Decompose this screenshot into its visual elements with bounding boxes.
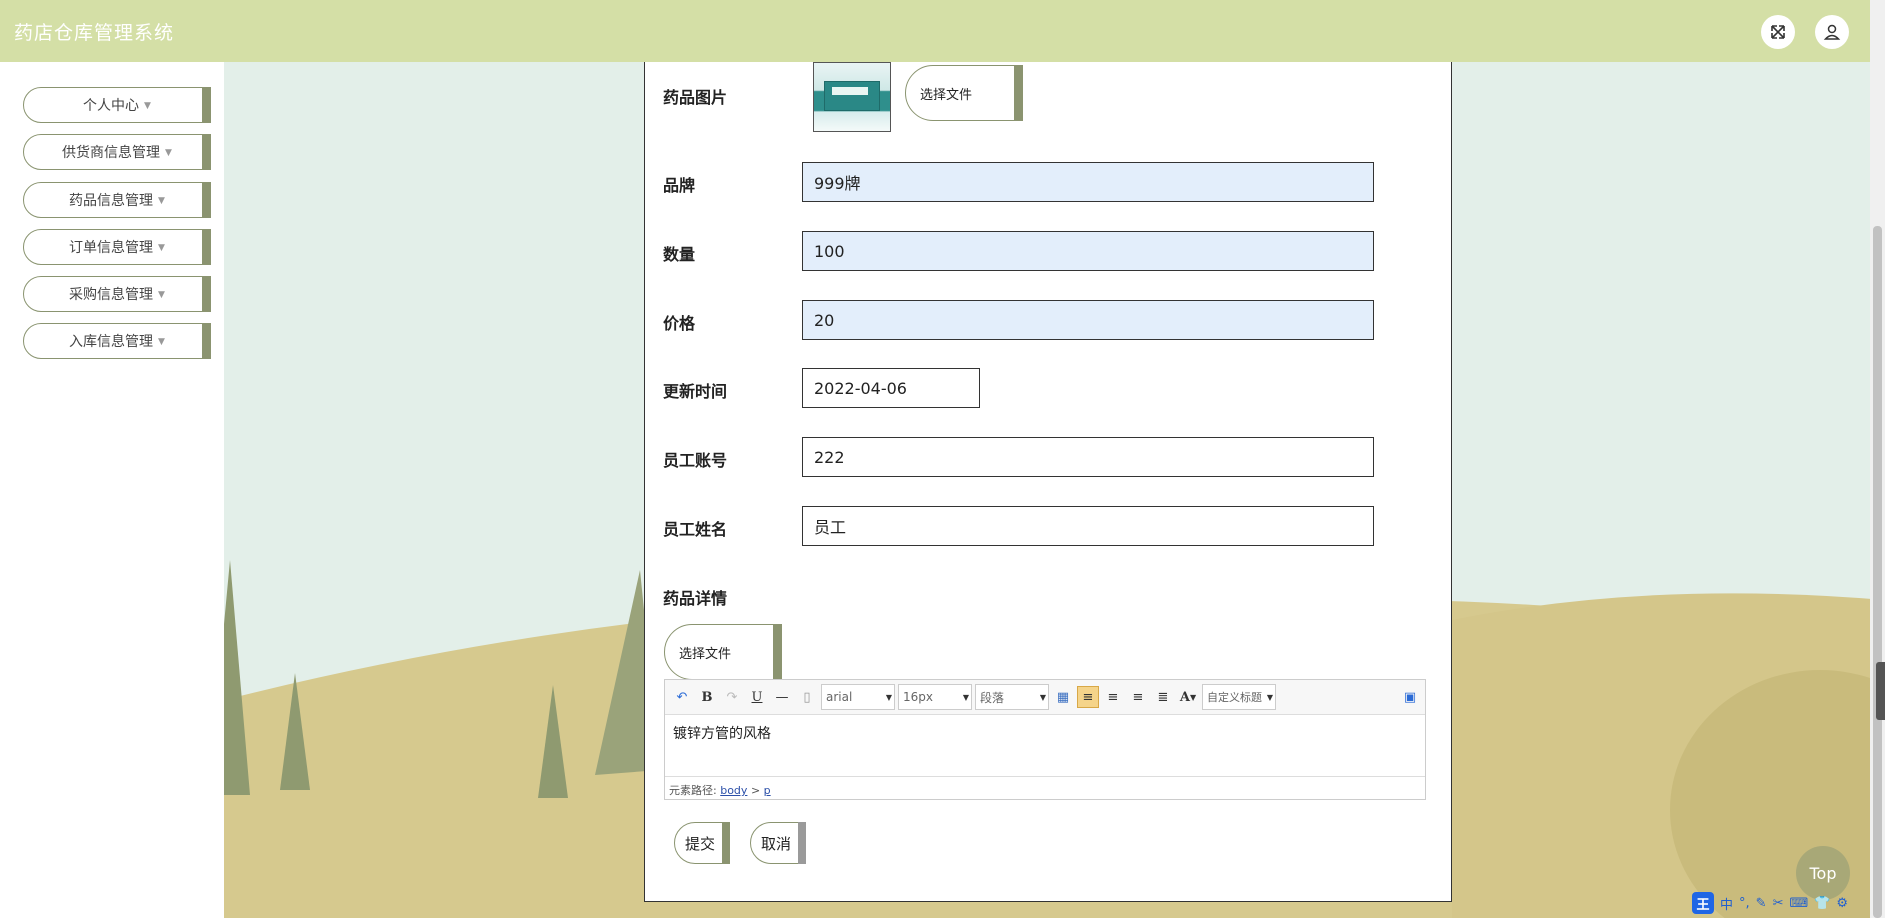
path-label: 元素路径: xyxy=(669,784,717,797)
price-input[interactable]: 20 xyxy=(802,300,1374,340)
sidebar-item-label: 药品信息管理 xyxy=(69,193,154,209)
sidebar-item-label: 入库信息管理 xyxy=(69,334,154,350)
brand-label: 品牌 xyxy=(663,176,696,195)
font-color-icon[interactable]: A ▼ xyxy=(1177,686,1199,708)
user-profile-button[interactable] xyxy=(1815,15,1849,49)
choose-image-file-button[interactable]: 选择文件 xyxy=(905,65,1023,121)
skin-icon[interactable]: 👕 xyxy=(1814,896,1830,911)
sidebar-item-label: 订单信息管理 xyxy=(69,240,154,256)
pen-icon[interactable]: ✎ xyxy=(1756,896,1767,911)
ime-toolbar: 王 中 °, ✎ ✂ ⌨ 👕 ⚙ xyxy=(1692,892,1848,914)
dropdown-arrow-icon: ▼ xyxy=(1039,693,1046,702)
staff-name-input[interactable]: 员工 xyxy=(802,506,1374,546)
preview-icon[interactable]: ▣ xyxy=(1399,686,1421,708)
scrollbar-thumb[interactable] xyxy=(1873,226,1882,918)
custom-title-select[interactable]: 自定义标题 ▼ xyxy=(1202,684,1276,710)
paragraph-select[interactable]: 段落 ▼ xyxy=(975,684,1049,710)
staff-name-label: 员工姓名 xyxy=(663,520,728,539)
medicine-box-label xyxy=(832,87,868,95)
app-title: 药店仓库管理系统 xyxy=(14,21,175,44)
quantity-input[interactable]: 100 xyxy=(802,231,1374,271)
fullscreen-icon xyxy=(1771,25,1785,39)
paste-icon[interactable]: ▯ xyxy=(796,686,818,708)
align-left-icon[interactable]: ≡ xyxy=(1077,686,1099,708)
dropdown-arrow-icon: ▼ xyxy=(1266,693,1273,702)
medicine-box-image xyxy=(824,81,880,111)
rich-text-editor: ↶ B ↷ U — ▯ arial ▼ 16px ▼ 段落 ▼ ▦ ≡ ≡ ≡ ≣ A… xyxy=(664,679,1426,800)
path-separator: > xyxy=(750,784,761,797)
cancel-button[interactable]: 取消 xyxy=(750,822,806,864)
undo-icon[interactable]: ↶ xyxy=(671,686,693,708)
settings-gear-icon[interactable]: ⚙ xyxy=(1836,896,1848,911)
underline-icon[interactable]: U xyxy=(746,686,768,708)
submit-label: 提交 xyxy=(685,834,716,853)
sidebar-item-medicine[interactable]: 药品信息管理 ▼ xyxy=(23,182,211,218)
font-family-value: arial xyxy=(826,690,853,704)
side-handle[interactable] xyxy=(1876,662,1885,720)
ime-mode-indicator[interactable]: 中 xyxy=(1720,894,1733,913)
sidebar-item-personal-center[interactable]: 个人中心 ▼ xyxy=(23,87,211,123)
header-bar: 药店仓库管理系统 xyxy=(0,0,1870,62)
dropdown-arrow-icon: ▼ xyxy=(962,693,969,702)
caret-down-icon: ▼ xyxy=(158,195,165,206)
table-icon[interactable]: ▦ xyxy=(1052,686,1074,708)
quantity-label: 数量 xyxy=(663,245,696,264)
caret-down-icon: ▼ xyxy=(158,242,165,253)
scissors-icon[interactable]: ✂ xyxy=(1773,896,1784,911)
paragraph-value: 段落 xyxy=(980,690,1005,705)
user-icon xyxy=(1823,24,1841,40)
editor-element-path: 元素路径: body > p xyxy=(665,776,1425,800)
page-scrollbar[interactable] xyxy=(1870,0,1885,918)
choose-detail-file-button[interactable]: 选择文件 xyxy=(664,624,782,680)
sidebar-item-label: 采购信息管理 xyxy=(69,287,154,303)
detail-label: 药品详情 xyxy=(663,589,728,608)
update-time-input[interactable]: 2022-04-06 xyxy=(802,368,980,408)
image-label: 药品图片 xyxy=(663,88,728,107)
choose-file-label: 选择文件 xyxy=(920,87,973,103)
sidebar-item-orders[interactable]: 订单信息管理 ▼ xyxy=(23,229,211,265)
ime-logo-icon[interactable]: 王 xyxy=(1692,892,1714,914)
sidebar: 个人中心 ▼ 供货商信息管理 ▼ 药品信息管理 ▼ 订单信息管理 ▼ 采购信息管理 ▼ 入… xyxy=(0,62,224,918)
fullscreen-button[interactable] xyxy=(1761,15,1795,49)
path-body-link[interactable]: body xyxy=(720,784,747,797)
update-time-label: 更新时间 xyxy=(663,382,728,401)
align-center-icon[interactable]: ≡ xyxy=(1127,686,1149,708)
align-justify-icon[interactable]: ≣ xyxy=(1152,686,1174,708)
sidebar-item-label: 供货商信息管理 xyxy=(62,145,161,161)
medicine-form-panel: 药品图片 选择文件 品牌 999牌 数量 100 价格 20 更新时间 2022… xyxy=(644,62,1452,902)
editor-content[interactable]: 镀锌方管的风格 xyxy=(665,715,1425,776)
bold-icon[interactable]: B xyxy=(696,686,718,708)
submit-button[interactable]: 提交 xyxy=(674,822,730,864)
horizontal-rule-icon[interactable]: — xyxy=(771,686,793,708)
align-right-icon[interactable]: ≡ xyxy=(1102,686,1124,708)
path-p-link[interactable]: p xyxy=(764,784,771,797)
caret-down-icon: ▼ xyxy=(158,336,165,347)
caret-down-icon: ▼ xyxy=(158,289,165,300)
dropdown-arrow-icon: ▼ xyxy=(885,693,892,702)
brand-input[interactable]: 999牌 xyxy=(802,162,1374,202)
keyboard-icon[interactable]: ⌨ xyxy=(1789,896,1808,911)
caret-down-icon: ▼ xyxy=(165,147,172,158)
price-label: 价格 xyxy=(663,314,696,333)
font-size-select[interactable]: 16px ▼ xyxy=(898,684,972,710)
choose-file-label: 选择文件 xyxy=(679,646,732,662)
staff-account-label: 员工账号 xyxy=(663,451,728,470)
sidebar-item-stock-in[interactable]: 入库信息管理 ▼ xyxy=(23,323,211,359)
punctuation-icon[interactable]: °, xyxy=(1739,896,1750,911)
medicine-image-thumbnail xyxy=(813,62,891,132)
sidebar-item-label: 个人中心 xyxy=(83,98,140,114)
top-label: Top xyxy=(1809,863,1837,883)
custom-title-value: 自定义标题 xyxy=(1207,691,1262,704)
staff-account-input[interactable]: 222 xyxy=(802,437,1374,477)
format-painter-icon[interactable]: ↷ xyxy=(721,686,743,708)
font-family-select[interactable]: arial ▼ xyxy=(821,684,895,710)
font-size-value: 16px xyxy=(903,690,933,704)
cancel-label: 取消 xyxy=(761,834,792,853)
sidebar-item-supplier[interactable]: 供货商信息管理 ▼ xyxy=(23,134,211,170)
sidebar-item-purchase[interactable]: 采购信息管理 ▼ xyxy=(23,276,211,312)
editor-toolbar: ↶ B ↷ U — ▯ arial ▼ 16px ▼ 段落 ▼ ▦ ≡ ≡ ≡ ≣ A… xyxy=(665,680,1425,715)
caret-down-icon: ▼ xyxy=(144,100,151,111)
